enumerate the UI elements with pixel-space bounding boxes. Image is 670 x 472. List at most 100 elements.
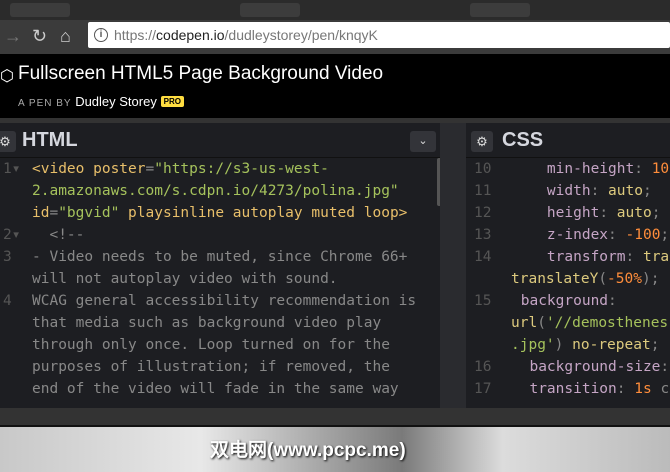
url-host: codepen.io: [156, 27, 225, 43]
url-path: /dudleystorey/pen/knqyK: [224, 27, 378, 43]
line-number: 12: [474, 205, 492, 221]
code-token: :: [616, 381, 635, 397]
code-token: no-repeat: [572, 337, 651, 353]
code-token: translateY: [511, 271, 599, 287]
code-token: c: [651, 381, 670, 397]
code-token: background: [520, 293, 609, 309]
watermark: 双电网(www.pcpc.me): [210, 440, 406, 461]
code-line: - Video needs to be muted, since Chrome …: [32, 249, 407, 265]
browser-toolbar: → ↻ ⌂ i https://codepen.io/dudleystorey/…: [0, 20, 670, 54]
line-number: 10: [474, 161, 492, 177]
code-token: .jpg': [511, 337, 555, 353]
code-token: (: [598, 271, 608, 287]
code-token: that media such as background video play: [32, 315, 382, 331]
line-number: 14: [474, 249, 492, 265]
code-line: background:: [512, 293, 617, 309]
pen-byline: A PEN BY Dudley Storey PRO: [18, 94, 184, 109]
pen-header: ⬡ Fullscreen HTML5 Page Background Video…: [0, 54, 670, 118]
reload-icon[interactable]: ↻: [32, 26, 47, 46]
codepen-logo-icon[interactable]: ⬡: [0, 66, 14, 86]
browser-tab-strip[interactable]: [0, 0, 670, 20]
code-token: - Video needs to be muted, since Chrome …: [32, 249, 408, 265]
code-line: WCAG general accessibility recommendatio…: [32, 293, 416, 309]
author-link[interactable]: Dudley Storey: [75, 94, 157, 109]
code-token: -100: [625, 227, 661, 243]
code-token: ;: [650, 337, 660, 353]
code-token: width: [546, 183, 591, 199]
html-editor-panel: ⚙ HTML ⌄ 1▾ <video poster="https://s3-us-…: [0, 123, 440, 408]
url-scheme: https://: [114, 27, 157, 43]
html-panel-title: HTML: [22, 129, 78, 151]
code-token: height: [546, 205, 600, 221]
code-token: ): [554, 337, 573, 353]
code-line: <!--: [32, 227, 84, 243]
panel-resize-gutter[interactable]: [440, 123, 466, 408]
code-token: -50%: [607, 271, 642, 287]
code-token: purposes of illustration; if removed, th…: [32, 359, 390, 375]
chevron-down-icon[interactable]: ⌄: [410, 131, 436, 152]
code-token: end of the video will fade in the same w…: [32, 381, 399, 397]
line-number: 13: [474, 227, 492, 243]
address-bar[interactable]: i https://codepen.io/dudleystorey/pen/kn…: [88, 22, 670, 48]
pro-badge: PRO: [160, 96, 184, 107]
code-token: :: [608, 293, 617, 309]
code-token: url: [511, 315, 538, 331]
code-token: <video: [32, 161, 94, 177]
code-token: 2.amazonaws.com/s.cdpn.io/4273/polina.jp…: [32, 183, 399, 199]
line-number: 2▾: [3, 227, 21, 243]
code-token: will not autoplay video with sound.: [32, 271, 338, 287]
code-line: through only once. Loop turned on for th…: [32, 337, 390, 353]
code-line: z-index: -100;: [512, 227, 669, 243]
code-line: min-height: 10: [512, 161, 669, 177]
html-panel-header: ⚙ HTML ⌄: [0, 123, 440, 158]
line-number: 3: [3, 249, 12, 265]
code-token: WCAG general accessibility recommendatio…: [32, 293, 417, 309]
gear-icon[interactable]: ⚙: [471, 131, 493, 152]
code-token: tra: [642, 249, 670, 265]
code-token: through only once. Loop turned on for th…: [32, 337, 390, 353]
css-editor-panel: ⚙ CSS 10 min-height: 10 11 width: auto; 12…: [466, 123, 670, 408]
code-line: purposes of illustration; if removed, th…: [32, 359, 390, 375]
info-icon[interactable]: i: [94, 28, 108, 42]
code-token: =: [145, 161, 155, 177]
code-token: 10: [651, 161, 670, 177]
css-panel-title: CSS: [502, 129, 544, 151]
editor-bottom-bar[interactable]: [0, 408, 670, 425]
code-token: ;: [642, 183, 652, 199]
code-token: ;: [660, 227, 670, 243]
code-token: );: [641, 271, 660, 287]
code-line: will not autoplay video with sound.: [32, 271, 338, 287]
code-token: =: [49, 205, 59, 221]
code-token: transition: [529, 381, 617, 397]
code-line: .jpg') no-repeat;: [511, 337, 659, 353]
code-line: background-size:: [512, 359, 669, 375]
code-token: :: [599, 205, 617, 221]
code-token: '//demosthenes: [545, 315, 669, 331]
code-token: auto: [616, 205, 652, 221]
code-line: 2.amazonaws.com/s.cdpn.io/4273/polina.jp…: [32, 183, 399, 199]
code-token: id: [32, 205, 50, 221]
code-token: playsinline autoplay muted loop: [128, 205, 399, 221]
code-line: end of the video will fade in the same w…: [32, 381, 399, 397]
code-line: that media such as background video play: [32, 315, 381, 331]
code-token: :: [608, 227, 626, 243]
gear-icon[interactable]: ⚙: [0, 131, 16, 152]
line-number: 17: [474, 381, 492, 397]
home-icon[interactable]: ⌂: [60, 26, 71, 46]
code-token: poster: [93, 161, 146, 177]
code-line: <video poster="https://s3-us-west-: [32, 161, 329, 177]
forward-icon[interactable]: →: [4, 26, 22, 46]
code-token: auto: [608, 183, 643, 199]
code-token: transform: [546, 249, 626, 265]
code-token: ;: [651, 205, 661, 221]
line-number: 4: [3, 293, 12, 309]
code-token: "https://s3-us-west-: [154, 161, 329, 177]
code-line: url('//demosthenes: [511, 315, 668, 331]
video-preview: 双电网(www.pcpc.me): [0, 425, 670, 472]
code-line: height: auto;: [512, 205, 661, 221]
line-number: 15: [474, 293, 492, 309]
code-token: z-index: [546, 227, 609, 243]
code-token: :: [625, 249, 643, 265]
css-panel-header: ⚙ CSS: [466, 123, 670, 158]
line-number: 1▾: [3, 161, 21, 177]
